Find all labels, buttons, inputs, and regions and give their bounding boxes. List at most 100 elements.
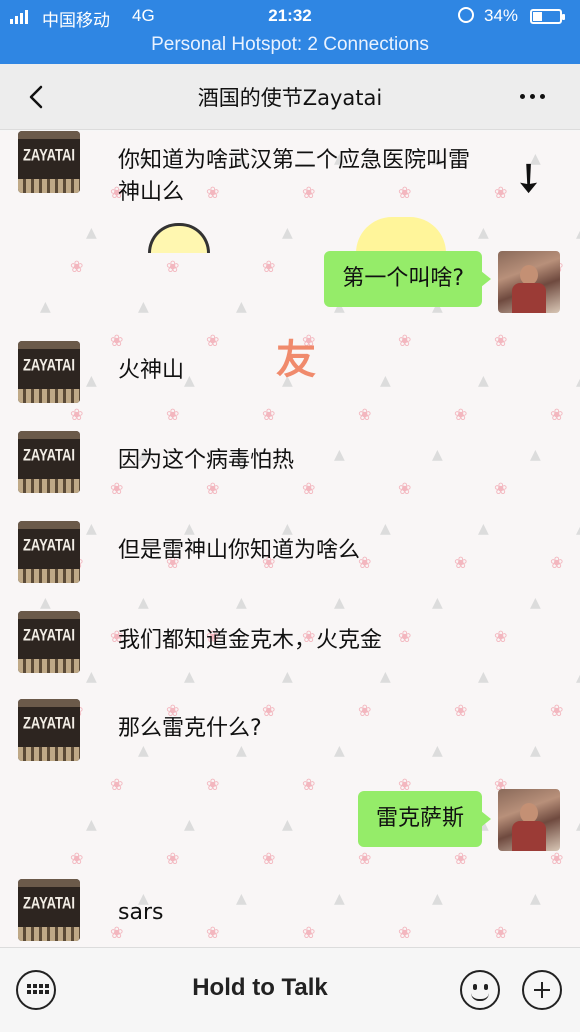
contact-avatar[interactable]: ZAYATAI [18,699,80,761]
contact-avatar[interactable]: ZAYATAI [18,611,80,673]
wallpaper-flower: ❀ [70,849,84,868]
chat-input-bar: Hold to Talk [0,947,580,1032]
message-bubble-incoming[interactable]: 但是雷神山你知道为啥么 [118,535,360,567]
wallpaper-triangle: ▲ [184,817,195,833]
wallpaper-triangle: ▲ [576,373,580,389]
wallpaper-flower: ❀ [550,405,564,424]
wallpaper-triangle: ▲ [380,669,391,685]
message-bubble-incoming[interactable]: 火神山 [118,355,184,387]
sticker-face-left [148,223,210,253]
wallpaper-triangle: ▲ [530,595,541,611]
message-bubble-outgoing[interactable]: 第一个叫啥? [324,251,491,307]
wallpaper-triangle: ▲ [380,373,391,389]
more-icon[interactable] [520,94,545,99]
wallpaper-triangle: ▲ [282,817,293,833]
wallpaper-triangle: ▲ [432,447,443,463]
wallpaper-flower: ❀ [70,405,84,424]
message-bubble-incoming[interactable]: 因为这个病毒怕热 [118,445,294,477]
contact-avatar[interactable]: ZAYATAI [18,131,80,193]
wallpaper-flower: ❀ [110,331,124,350]
wallpaper-triangle: ▲ [432,891,443,907]
wallpaper-flower: ❀ [206,775,220,794]
wallpaper-triangle: ▲ [184,669,195,685]
hotspot-banner[interactable]: Personal Hotspot: 2 Connections [0,34,580,56]
message-bubble-incoming[interactable]: 那么雷克什么? [118,713,262,745]
background-sticker-text: 友 [276,337,316,383]
wallpaper-triangle: ▲ [478,669,489,685]
wallpaper-triangle: ▲ [236,595,247,611]
my-avatar[interactable] [498,251,560,313]
wallpaper-triangle: ▲ [282,669,293,685]
wallpaper-flower: ❀ [494,479,508,498]
message-bubble-outgoing[interactable]: 雷克萨斯 [357,791,492,847]
wallpaper-flower: ❀ [262,701,276,720]
battery-percent: 34% [484,6,519,25]
chat-title: 酒国的使节Zayatai [197,86,383,110]
wallpaper-flower: ❀ [358,405,372,424]
contact-avatar[interactable]: ZAYATAI [18,879,80,941]
wallpaper-triangle: ▲ [478,373,489,389]
wallpaper-triangle: ▲ [432,595,443,611]
wallpaper-flower: ❀ [550,553,564,572]
wallpaper-triangle: ▲ [530,447,541,463]
wallpaper-flower: ❀ [398,331,412,350]
wallpaper-flower: ❀ [454,701,468,720]
keyboard-icon[interactable] [16,970,56,1010]
wallpaper-triangle: ▲ [478,521,489,537]
emoji-icon[interactable] [460,970,500,1010]
wallpaper-triangle: ▲ [40,595,51,611]
wallpaper-triangle: ▲ [138,595,149,611]
contact-avatar[interactable]: ZAYATAI [18,341,80,403]
wallpaper-triangle: ▲ [334,743,345,759]
contact-avatar[interactable]: ZAYATAI [18,431,80,493]
chat-header: 酒国的使节Zayatai [0,64,580,130]
wallpaper-flower: ❀ [206,923,220,942]
my-avatar[interactable] [498,789,560,851]
wallpaper-triangle: ▲ [530,743,541,759]
wallpaper-flower: ❀ [454,405,468,424]
wallpaper-triangle: ▲ [236,891,247,907]
wallpaper-flower: ❀ [70,257,84,276]
chat-area[interactable]: ▲❀▲❀▲❀▲❀▲❀▲❀▲❀▲❀▲❀▲❀▲❀▲❀▲❀▲❀▲❀▲❀▲❀▲❀▲❀▲❀… [0,131,580,947]
wallpaper-triangle: ▲ [86,225,97,241]
sticker-face-right [356,217,446,253]
wallpaper-flower: ❀ [166,849,180,868]
wallpaper-flower: ❀ [302,923,316,942]
wallpaper-flower: ❀ [358,701,372,720]
wallpaper-flower: ❀ [454,849,468,868]
wallpaper-flower: ❀ [302,775,316,794]
wallpaper-triangle: ▲ [334,595,345,611]
wallpaper-triangle: ▲ [86,817,97,833]
wallpaper-triangle: ▲ [184,373,195,389]
hold-to-talk-button[interactable]: Hold to Talk [80,974,440,1002]
wallpaper-triangle: ▲ [530,891,541,907]
contact-avatar[interactable]: ZAYATAI [18,521,80,583]
wallpaper-triangle: ▲ [138,299,149,315]
wallpaper-triangle: ▲ [478,225,489,241]
message-bubble-incoming[interactable]: 我们都知道金克木，火克金 [118,625,382,657]
wallpaper-flower: ❀ [262,257,276,276]
wallpaper-flower: ❀ [302,479,316,498]
wallpaper-triangle: ▲ [380,521,391,537]
wallpaper-flower: ❀ [206,479,220,498]
wallpaper-flower: ❀ [550,849,564,868]
wallpaper-triangle: ▲ [334,447,345,463]
wallpaper-triangle: ▲ [576,225,580,241]
wallpaper-triangle: ▲ [576,817,580,833]
wallpaper-flower: ❀ [110,479,124,498]
arrow-sticker-icon: ➘ [500,149,557,207]
wallpaper-flower: ❀ [110,775,124,794]
back-icon[interactable] [24,84,50,110]
plus-icon[interactable] [522,970,562,1010]
message-bubble-incoming[interactable]: sars [118,897,163,929]
wallpaper-flower: ❀ [454,553,468,572]
wallpaper-flower: ❀ [262,849,276,868]
wallpaper-flower: ❀ [494,923,508,942]
status-bar: 中国移动 4G 21:32 34% Personal Hotspot: 2 Co… [0,0,580,64]
wallpaper-triangle: ▲ [138,743,149,759]
message-bubble-incoming[interactable]: 你知道为啥武汉第二个应急医院叫雷神山么 [118,145,478,209]
wallpaper-triangle: ▲ [236,299,247,315]
wallpaper-flower: ❀ [550,701,564,720]
wallpaper-triangle: ▲ [40,299,51,315]
orientation-lock-icon [458,7,474,23]
